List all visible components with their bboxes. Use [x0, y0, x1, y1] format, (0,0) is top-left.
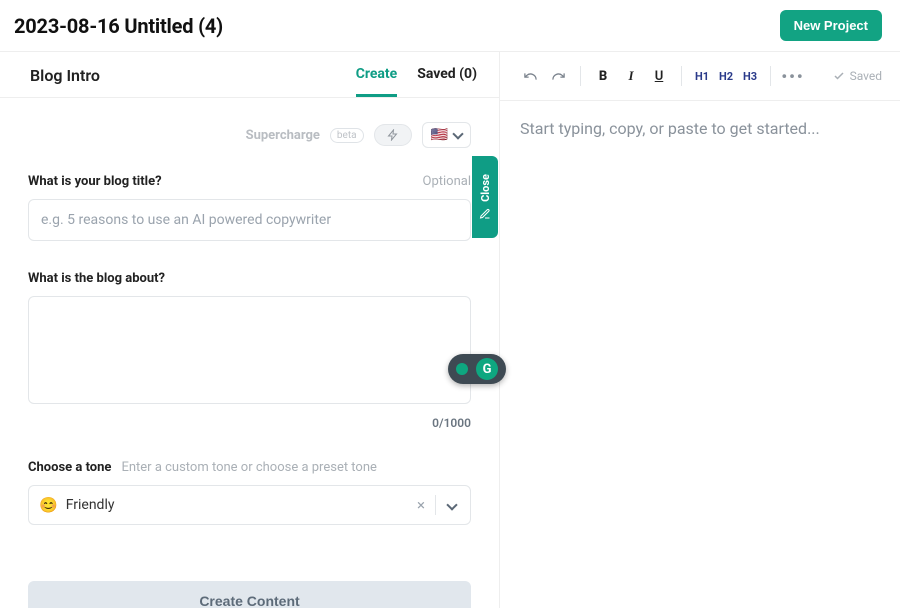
more-button[interactable]: ••• [781, 64, 805, 88]
tone-dropdown-button[interactable] [436, 497, 460, 513]
toolbar-separator [770, 66, 771, 86]
close-label: Close [479, 174, 492, 202]
blog-about-group: What is the blog about? 0/1000 [28, 271, 471, 430]
supercharge-row: Supercharge beta 🇺🇸 [28, 122, 471, 148]
grammarly-star-icon [456, 363, 468, 375]
right-panel: B I U H1 H2 H3 ••• Saved Start typing, c… [500, 52, 900, 608]
toolbar-separator [681, 66, 682, 86]
bold-button[interactable]: B [591, 64, 615, 88]
grammarly-g-icon: G [476, 358, 498, 380]
project-title[interactable]: 2023-08-16 Untitled (4) [14, 14, 223, 38]
underline-button[interactable]: U [647, 64, 671, 88]
blog-about-input[interactable] [28, 296, 471, 404]
h1-button[interactable]: H1 [692, 70, 712, 83]
blog-title-label: What is your blog title? [28, 174, 162, 189]
toolbar-separator [580, 66, 581, 86]
chevron-down-icon [446, 499, 457, 510]
content-area: Blog Intro Create Saved (0) Supercharge … [0, 52, 900, 608]
bolt-icon [387, 129, 399, 141]
flag-icon: 🇺🇸 [431, 128, 448, 142]
editor-placeholder: Start typing, copy, or paste to get star… [520, 119, 880, 138]
undo-button[interactable] [518, 64, 542, 88]
new-project-button[interactable]: New Project [780, 10, 882, 41]
saved-label: Saved [850, 69, 882, 83]
create-content-button[interactable]: Create Content [28, 581, 471, 608]
grammarly-widget[interactable]: G [448, 354, 506, 384]
left-tabs-bar: Blog Intro Create Saved (0) [0, 52, 499, 98]
h3-button[interactable]: H3 [740, 70, 760, 83]
saved-indicator: Saved [833, 69, 882, 83]
blog-title-group: What is your blog title? Optional [28, 174, 471, 241]
tone-value: Friendly [66, 497, 407, 513]
left-panel: Blog Intro Create Saved (0) Supercharge … [0, 52, 500, 608]
tone-label: Choose a tone [28, 460, 111, 475]
redo-button[interactable] [546, 64, 570, 88]
undo-icon [523, 69, 538, 84]
supercharge-label: Supercharge [246, 128, 320, 143]
beta-badge: beta [330, 128, 364, 143]
form-area: Supercharge beta 🇺🇸 What is your blog ti… [0, 98, 499, 608]
check-icon [833, 70, 845, 82]
tab-create[interactable]: Create [356, 66, 398, 97]
supercharge-toggle[interactable] [374, 124, 412, 146]
tone-clear-button[interactable]: × [407, 496, 435, 514]
char-counter: 0/1000 [28, 416, 471, 430]
tabs-group: Create Saved (0) [356, 66, 477, 97]
tone-select[interactable]: 😊 Friendly × [28, 485, 471, 525]
top-bar: 2023-08-16 Untitled (4) New Project [0, 0, 900, 52]
pencil-icon [479, 208, 491, 220]
italic-button[interactable]: I [619, 64, 643, 88]
tone-emoji-icon: 😊 [39, 496, 58, 514]
blog-about-label: What is the blog about? [28, 271, 165, 286]
optional-label: Optional [423, 174, 471, 189]
chevron-down-icon [452, 128, 463, 139]
redo-icon [551, 69, 566, 84]
tool-name: Blog Intro [30, 66, 100, 97]
tone-hint: Enter a custom tone or choose a preset t… [121, 460, 376, 475]
editor-toolbar: B I U H1 H2 H3 ••• Saved [500, 52, 900, 101]
tone-group: Choose a tone Enter a custom tone or cho… [28, 460, 471, 525]
close-panel-tab[interactable]: Close [472, 156, 498, 238]
tab-saved[interactable]: Saved (0) [417, 66, 477, 97]
language-selector[interactable]: 🇺🇸 [422, 122, 471, 148]
editor-area[interactable]: Start typing, copy, or paste to get star… [500, 101, 900, 608]
h2-button[interactable]: H2 [716, 70, 736, 83]
blog-title-input[interactable] [28, 199, 471, 241]
